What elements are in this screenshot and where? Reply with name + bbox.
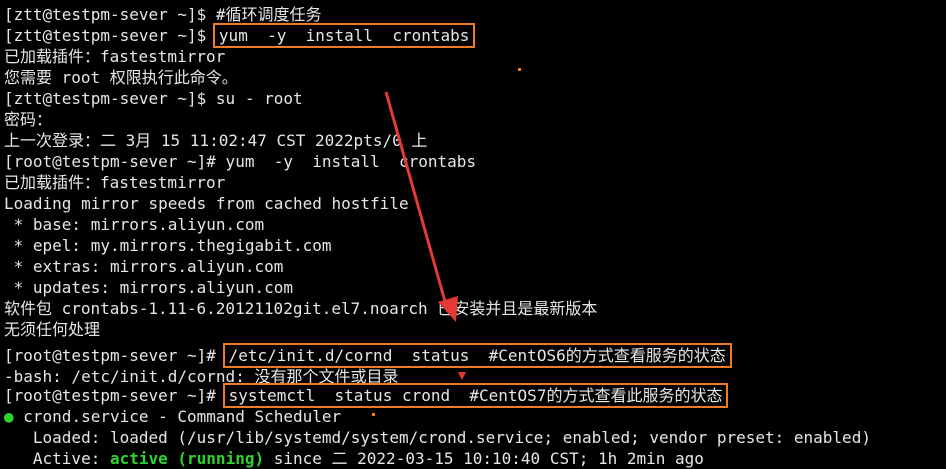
- arrow-shaft: [384, 91, 450, 313]
- terminal-window[interactable]: [ztt@testpm-sever ~]$ #循环调度任务 [ztt@testp…: [0, 0, 946, 469]
- arrow-head: [438, 296, 458, 322]
- small-arrow-marker: [458, 372, 466, 380]
- red-arrow-icon: [384, 91, 466, 380]
